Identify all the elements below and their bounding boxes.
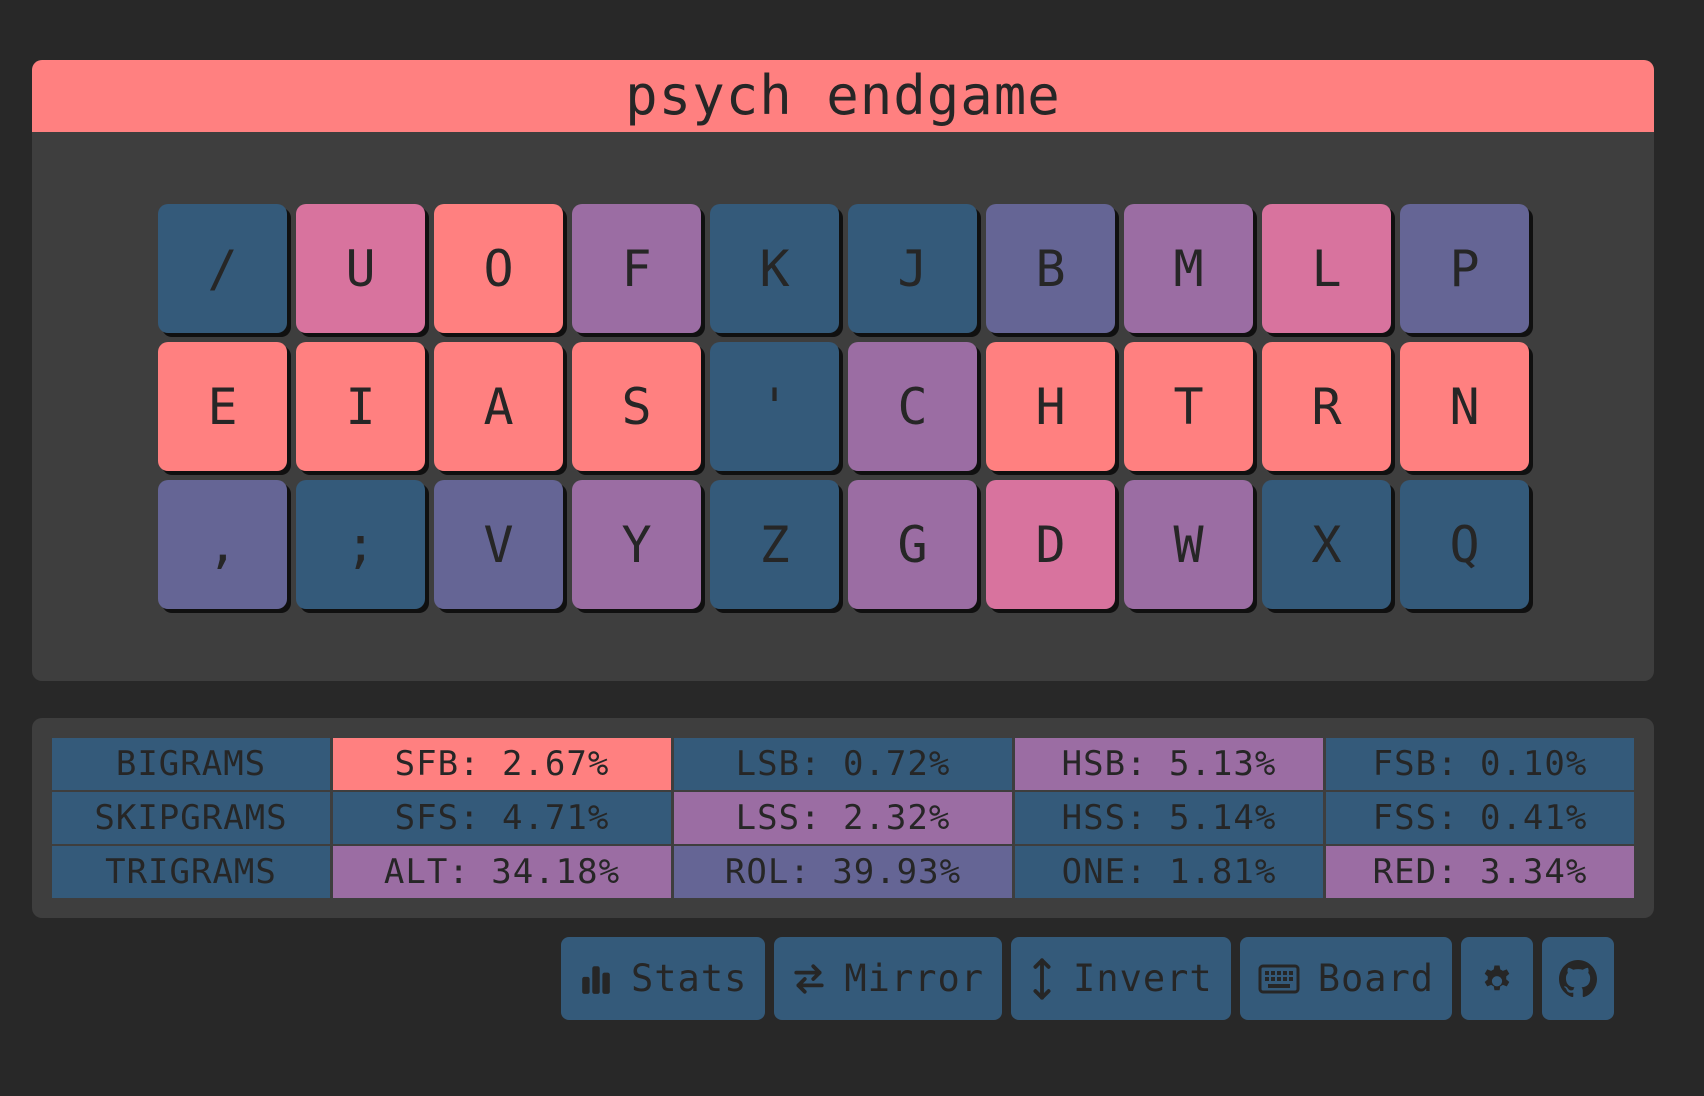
stats-cell: HSB: 5.13%	[1015, 738, 1323, 790]
gear-icon	[1479, 961, 1515, 997]
mirror-button[interactable]: Mirror	[774, 937, 1003, 1020]
mirror-button-label: Mirror	[844, 957, 985, 1000]
stats-row-label: TRIGRAMS	[52, 846, 330, 898]
key-1-3[interactable]: S	[572, 342, 701, 471]
key-2-4[interactable]: Z	[710, 480, 839, 609]
key-2-0[interactable]: ,	[158, 480, 287, 609]
key-1-1[interactable]: I	[296, 342, 425, 471]
key-0-4[interactable]: K	[710, 204, 839, 333]
key-2-5[interactable]: G	[848, 480, 977, 609]
stats-button-label: Stats	[631, 957, 748, 1000]
bar-chart-icon	[579, 962, 613, 996]
toolbar: Stats Mirror Invert Board	[561, 937, 1615, 1020]
key-grid: / U O F K J B M L P E I A S ' C H T R N,; V Y Z G D W X Q	[158, 204, 1529, 609]
stats-cell: SFS: 4.71%	[333, 792, 671, 844]
invert-button[interactable]: Invert	[1011, 937, 1231, 1020]
stats-row-label: BIGRAMS	[52, 738, 330, 790]
key-0-2[interactable]: O	[434, 204, 563, 333]
key-1-8[interactable]: R	[1262, 342, 1391, 471]
key-2-9[interactable]: Q	[1400, 480, 1529, 609]
stats-cell: HSS: 5.14%	[1015, 792, 1323, 844]
key-0-9[interactable]: P	[1400, 204, 1529, 333]
keyboard-icon	[1258, 964, 1300, 994]
stats-table: BIGRAMS SFB: 2.67% LSB: 0.72% HSB: 5.13% FSB…	[52, 738, 1634, 898]
stats-cell: LSB: 0.72%	[674, 738, 1012, 790]
key-0-0[interactable]: /	[158, 204, 287, 333]
board-button[interactable]: Board	[1239, 937, 1453, 1020]
keyboard-panel: psych endgame / U O F K J B M L P E I A S ' C H T R N,; V Y Z G…	[32, 60, 1654, 681]
stats-cell: SFB: 2.67%	[333, 738, 671, 790]
board-button-label: Board	[1317, 957, 1435, 1000]
key-1-5[interactable]: C	[848, 342, 977, 471]
stats-cell: ROL: 39.93%	[674, 846, 1012, 898]
key-0-1[interactable]: U	[296, 204, 425, 333]
stats-cell: FSS: 0.41%	[1326, 792, 1634, 844]
key-1-0[interactable]: E	[158, 342, 287, 471]
invert-button-label: Invert	[1073, 957, 1213, 1000]
key-0-3[interactable]: F	[572, 204, 701, 333]
stats-cell: RED: 3.34%	[1326, 846, 1634, 898]
key-1-7[interactable]: T	[1124, 342, 1253, 471]
key-2-7[interactable]: W	[1124, 480, 1253, 609]
github-button[interactable]	[1542, 937, 1615, 1020]
swap-arrows-icon	[792, 962, 826, 996]
key-0-6[interactable]: B	[986, 204, 1115, 333]
key-2-6[interactable]: D	[986, 480, 1115, 609]
stats-cell: LSS: 2.32%	[674, 792, 1012, 844]
stats-cell: ALT: 34.18%	[333, 846, 671, 898]
stats-cell: FSB: 0.10%	[1326, 738, 1634, 790]
layout-title: psych endgame	[32, 60, 1654, 132]
stats-panel: BIGRAMS SFB: 2.67% LSB: 0.72% HSB: 5.13% FSB…	[32, 718, 1654, 918]
key-0-8[interactable]: L	[1262, 204, 1391, 333]
github-icon	[1559, 959, 1598, 998]
key-2-3[interactable]: Y	[572, 480, 701, 609]
stats-button[interactable]: Stats	[561, 937, 766, 1020]
vertical-arrows-icon	[1029, 957, 1055, 1001]
settings-button[interactable]	[1461, 937, 1534, 1020]
stats-cell: ONE: 1.81%	[1015, 846, 1323, 898]
key-1-6[interactable]: H	[986, 342, 1115, 471]
key-0-7[interactable]: M	[1124, 204, 1253, 333]
key-1-4[interactable]: '	[710, 342, 839, 471]
key-1-9[interactable]: N	[1400, 342, 1529, 471]
key-2-8[interactable]: X	[1262, 480, 1391, 609]
key-1-2[interactable]: A	[434, 342, 563, 471]
stats-row-label: SKIPGRAMS	[52, 792, 330, 844]
key-0-5[interactable]: J	[848, 204, 977, 333]
key-2-1[interactable]: ;	[296, 480, 425, 609]
key-2-2[interactable]: V	[434, 480, 563, 609]
